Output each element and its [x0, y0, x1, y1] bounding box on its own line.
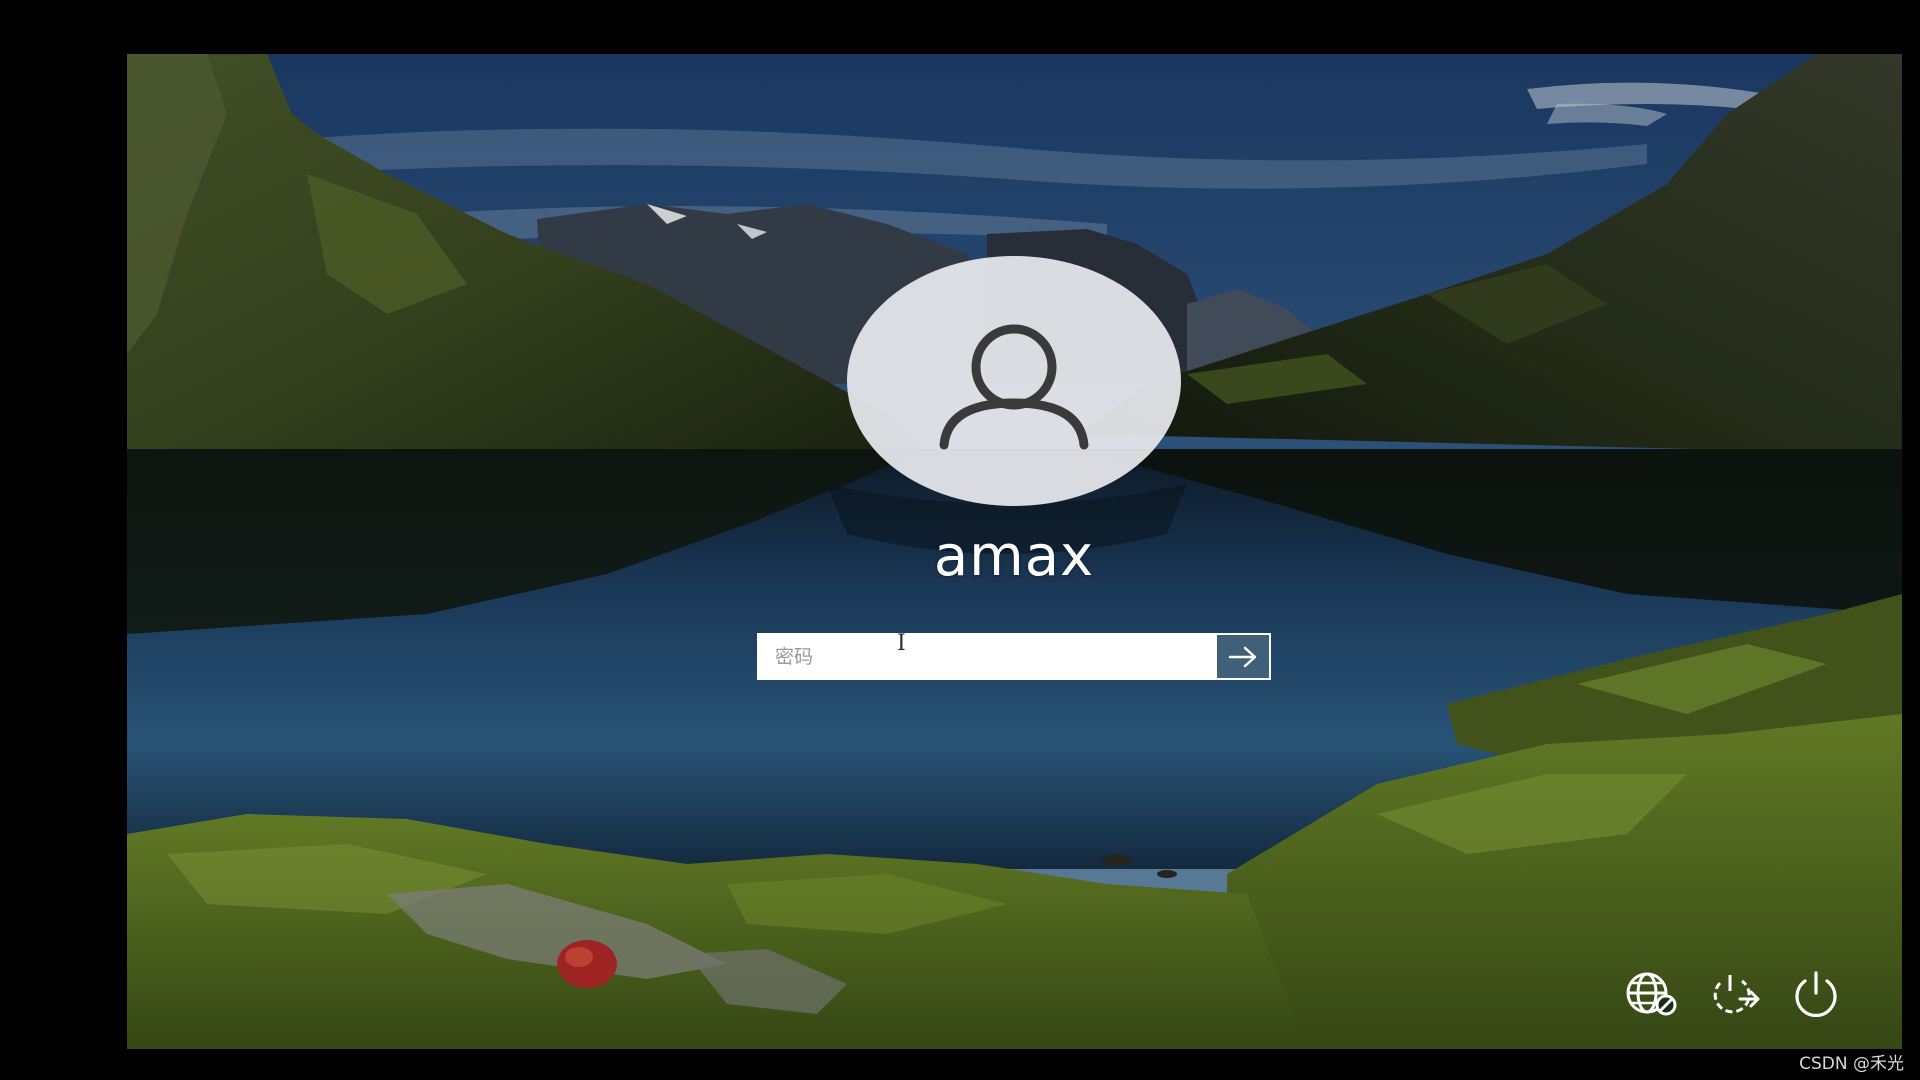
- power-icon: [1795, 971, 1837, 1017]
- power-button[interactable]: [1787, 964, 1845, 1022]
- password-input[interactable]: [759, 635, 1215, 678]
- user-icon: [939, 324, 1089, 450]
- ease-of-access-icon: [1713, 975, 1760, 1014]
- submit-button[interactable]: [1215, 635, 1269, 678]
- text-cursor-icon: I: [897, 631, 906, 656]
- network-icon: [1626, 972, 1677, 1016]
- lock-screen: amax I: [127, 54, 1902, 1049]
- user-avatar: [847, 256, 1181, 506]
- watermark-text: CSDN @禾光: [1799, 1054, 1904, 1074]
- arrow-right-icon: [1228, 646, 1257, 667]
- ease-of-access-button[interactable]: [1705, 964, 1763, 1022]
- username-label: amax: [933, 524, 1095, 589]
- network-button[interactable]: [1621, 964, 1679, 1022]
- password-field-container: [757, 633, 1271, 680]
